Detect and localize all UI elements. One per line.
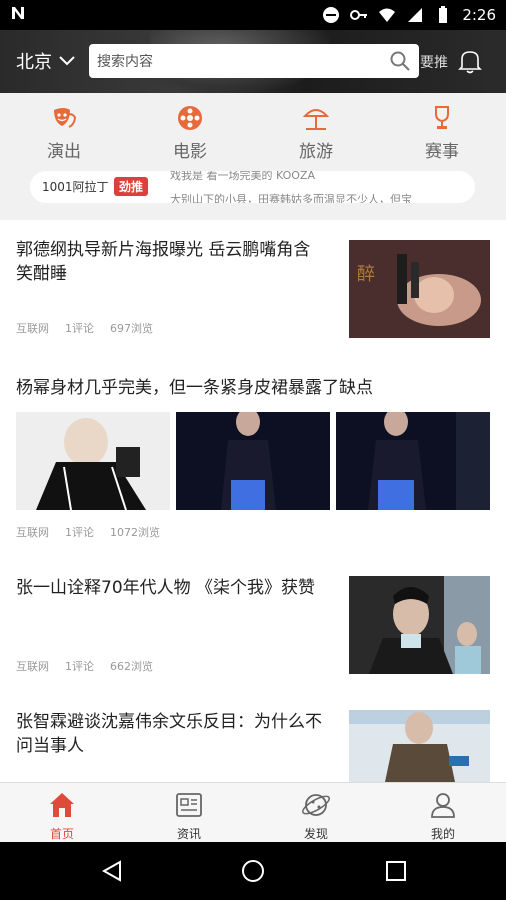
signal-icon [408, 8, 423, 22]
bottom-navigation: 首页 资讯 发现 我的 [0, 782, 506, 842]
category-movie[interactable]: 电影 [150, 103, 230, 162]
system-navigation-bar [0, 842, 506, 900]
svg-text:醉: 醉 [357, 264, 375, 285]
tab-profile[interactable]: 我的 [403, 789, 483, 842]
theater-mask-icon [54, 108, 77, 128]
user-icon [431, 793, 455, 818]
news-thumbnail [336, 412, 490, 510]
tab-label: 首页 [49, 827, 74, 841]
news-comments: 1评论 [65, 660, 94, 673]
category-strip: 演出 电影 旅游 赛事 1001阿拉丁 劲推 戏我是 看一场完美的 KOOZA … [0, 93, 506, 220]
ticker-source: 1001阿拉丁 [42, 180, 109, 194]
battery-icon [439, 6, 448, 23]
do-not-disturb-icon [323, 7, 340, 23]
planet-icon [302, 794, 330, 816]
search-icon[interactable] [389, 50, 411, 72]
news-ticker[interactable]: 1001阿拉丁 劲推 戏我是 看一场完美的 KOOZA 大别山下的小县，田赛韩姑… [30, 171, 475, 203]
header-side-text: 要推 [420, 55, 448, 71]
header: 北京 搜索内容 要推 [0, 30, 506, 93]
ticker-line: 大别山下的小县，田赛韩姑多而温显不少人，但宝 [170, 193, 412, 203]
back-icon[interactable] [100, 859, 124, 883]
tab-label: 发现 [303, 827, 328, 841]
category-label: 赛事 [425, 142, 459, 162]
news-feed[interactable]: 郭德纲执导新片海报曝光 岳云鹏嘴角含笑酣睡 互联网 1评论 697浏览 醉 杨幂… [0, 220, 506, 782]
wifi-icon [379, 8, 396, 22]
news-source: 互联网 [16, 660, 49, 673]
home-icon [50, 793, 74, 817]
status-time: 2:26 [462, 6, 496, 24]
bell-icon[interactable] [456, 47, 484, 75]
news-thumbnail [349, 576, 490, 674]
recents-icon[interactable] [384, 859, 408, 883]
beach-umbrella-icon [302, 109, 330, 130]
news-views: 697浏览 [110, 322, 153, 335]
news-source: 互联网 [16, 526, 49, 539]
news-item[interactable]: 张一山诠释70年代人物 《柒个我》获赞 互联网 1评论 662浏览 [16, 576, 490, 680]
search-bar[interactable]: 搜索内容 [89, 44, 419, 78]
news-icon [176, 793, 202, 817]
news-title: 张一山诠释70年代人物 《柒个我》获赞 [16, 578, 316, 598]
chevron-down-icon [59, 56, 75, 66]
ticker-line: 戏我是 看一场完美的 KOOZA [170, 171, 315, 182]
tab-label: 资讯 [176, 827, 201, 841]
news-item[interactable]: 郭德纲执导新片海报曝光 岳云鹏嘴角含笑酣睡 互联网 1评论 697浏览 醉 [16, 238, 490, 342]
news-title: 郭德纲执导新片海报曝光 岳云鹏嘴角含笑酣睡 [16, 240, 311, 284]
news-item[interactable]: 张智霖避谈沈嘉伟余文乐反目：为什么不问当事人 [16, 710, 490, 782]
category-label: 电影 [173, 142, 207, 162]
news-title: 张智霖避谈沈嘉伟余文乐反目：为什么不问当事人 [16, 712, 322, 756]
search-input[interactable]: 搜索内容 [97, 51, 389, 71]
key-icon [350, 10, 368, 20]
news-thumbnail: 醉 [349, 240, 490, 338]
tab-label: 我的 [430, 827, 455, 841]
city-label: 北京 [16, 52, 52, 73]
home-circle-icon[interactable] [241, 859, 265, 883]
tab-home[interactable]: 首页 [22, 789, 102, 842]
news-thumbnail [16, 412, 170, 510]
news-views: 1072浏览 [110, 526, 160, 539]
news-comments: 1评论 [65, 322, 94, 335]
status-bar: 2:26 [0, 0, 506, 30]
news-source: 互联网 [16, 322, 49, 335]
category-sports[interactable]: 赛事 [402, 103, 482, 162]
trophy-icon [435, 106, 449, 129]
news-title: 杨幂身材几乎完美，但一条紧身皮裙暴露了缺点 [16, 378, 373, 398]
tab-news[interactable]: 资讯 [149, 789, 229, 842]
news-views: 662浏览 [110, 660, 153, 673]
news-comments: 1评论 [65, 526, 94, 539]
category-label: 演出 [47, 142, 81, 162]
film-reel-icon [178, 106, 202, 130]
category-label: 旅游 [299, 142, 333, 162]
news-thumbnail [176, 412, 330, 510]
category-travel[interactable]: 旅游 [276, 103, 356, 162]
notification-n-icon [10, 5, 30, 25]
tab-discover[interactable]: 发现 [276, 789, 356, 842]
news-thumbnail [349, 710, 490, 782]
news-item[interactable]: 杨幂身材几乎完美，但一条紧身皮裙暴露了缺点 互联网 1评论 1072浏览 [16, 376, 490, 546]
category-performance[interactable]: 演出 [24, 103, 104, 162]
ticker-badge: 劲推 [114, 177, 149, 196]
city-selector[interactable]: 北京 [16, 48, 76, 74]
